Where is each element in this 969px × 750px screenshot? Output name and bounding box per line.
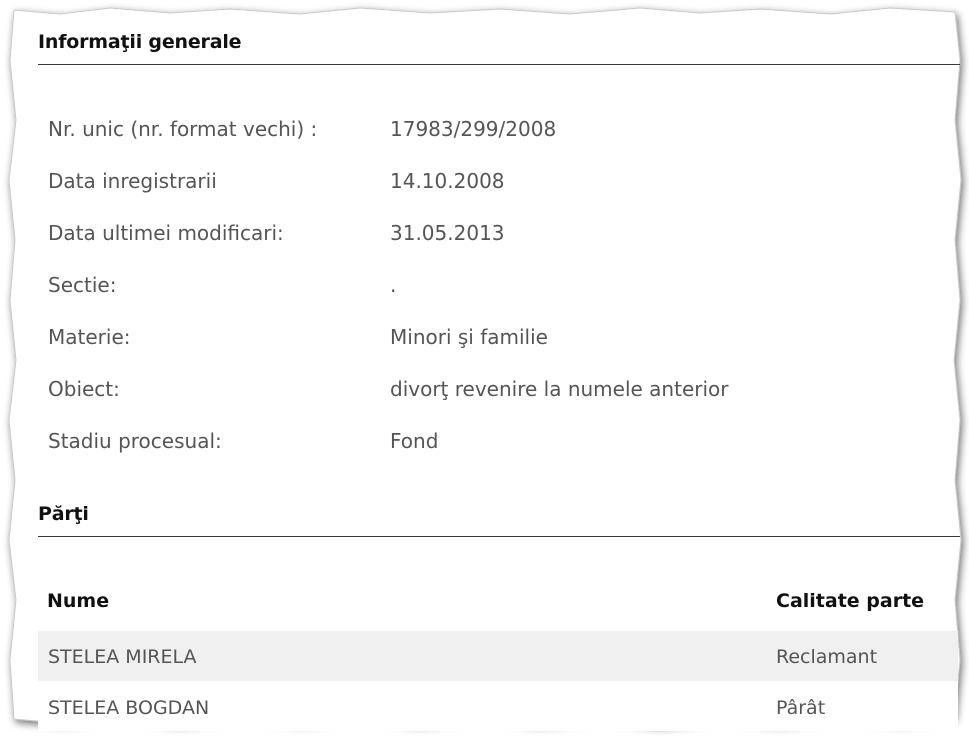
general-info-divider bbox=[38, 64, 960, 65]
last-modified-label: Data ultimei modificari: bbox=[48, 221, 284, 245]
party-role: Reclamant bbox=[776, 646, 878, 668]
section-label: Sectie: bbox=[48, 273, 117, 297]
procedural-stage-value: Fond bbox=[390, 429, 439, 453]
registration-date-value: 14.10.2008 bbox=[390, 169, 505, 193]
party-name: STELEA BOGDAN bbox=[48, 697, 210, 719]
object-label: Obiect: bbox=[48, 377, 120, 401]
last-modified-value: 31.05.2013 bbox=[390, 221, 505, 245]
party-role: Pârât bbox=[776, 697, 826, 719]
column-header-party-role: Calitate parte bbox=[776, 590, 925, 612]
registration-date-label: Data inregistrarii bbox=[48, 169, 217, 193]
column-header-name: Nume bbox=[47, 590, 110, 612]
case-number-label: Nr. unic (nr. format vechi) : bbox=[48, 117, 318, 141]
matter-label: Materie: bbox=[48, 325, 131, 349]
party-name: STELEA MIRELA bbox=[48, 646, 197, 668]
parties-heading: Părţi bbox=[38, 503, 89, 525]
procedural-stage-label: Stadiu procesual: bbox=[48, 429, 222, 453]
section-value: . bbox=[390, 273, 397, 297]
case-number-value: 17983/299/2008 bbox=[390, 117, 557, 141]
case-details-panel: Informaţii generale Nr. unic (nr. format… bbox=[0, 0, 969, 750]
general-info-heading: Informaţii generale bbox=[38, 31, 242, 53]
object-value: divorţ revenire la numele anterior bbox=[390, 377, 729, 401]
matter-value: Minori şi familie bbox=[390, 325, 548, 349]
parties-divider bbox=[38, 536, 960, 537]
